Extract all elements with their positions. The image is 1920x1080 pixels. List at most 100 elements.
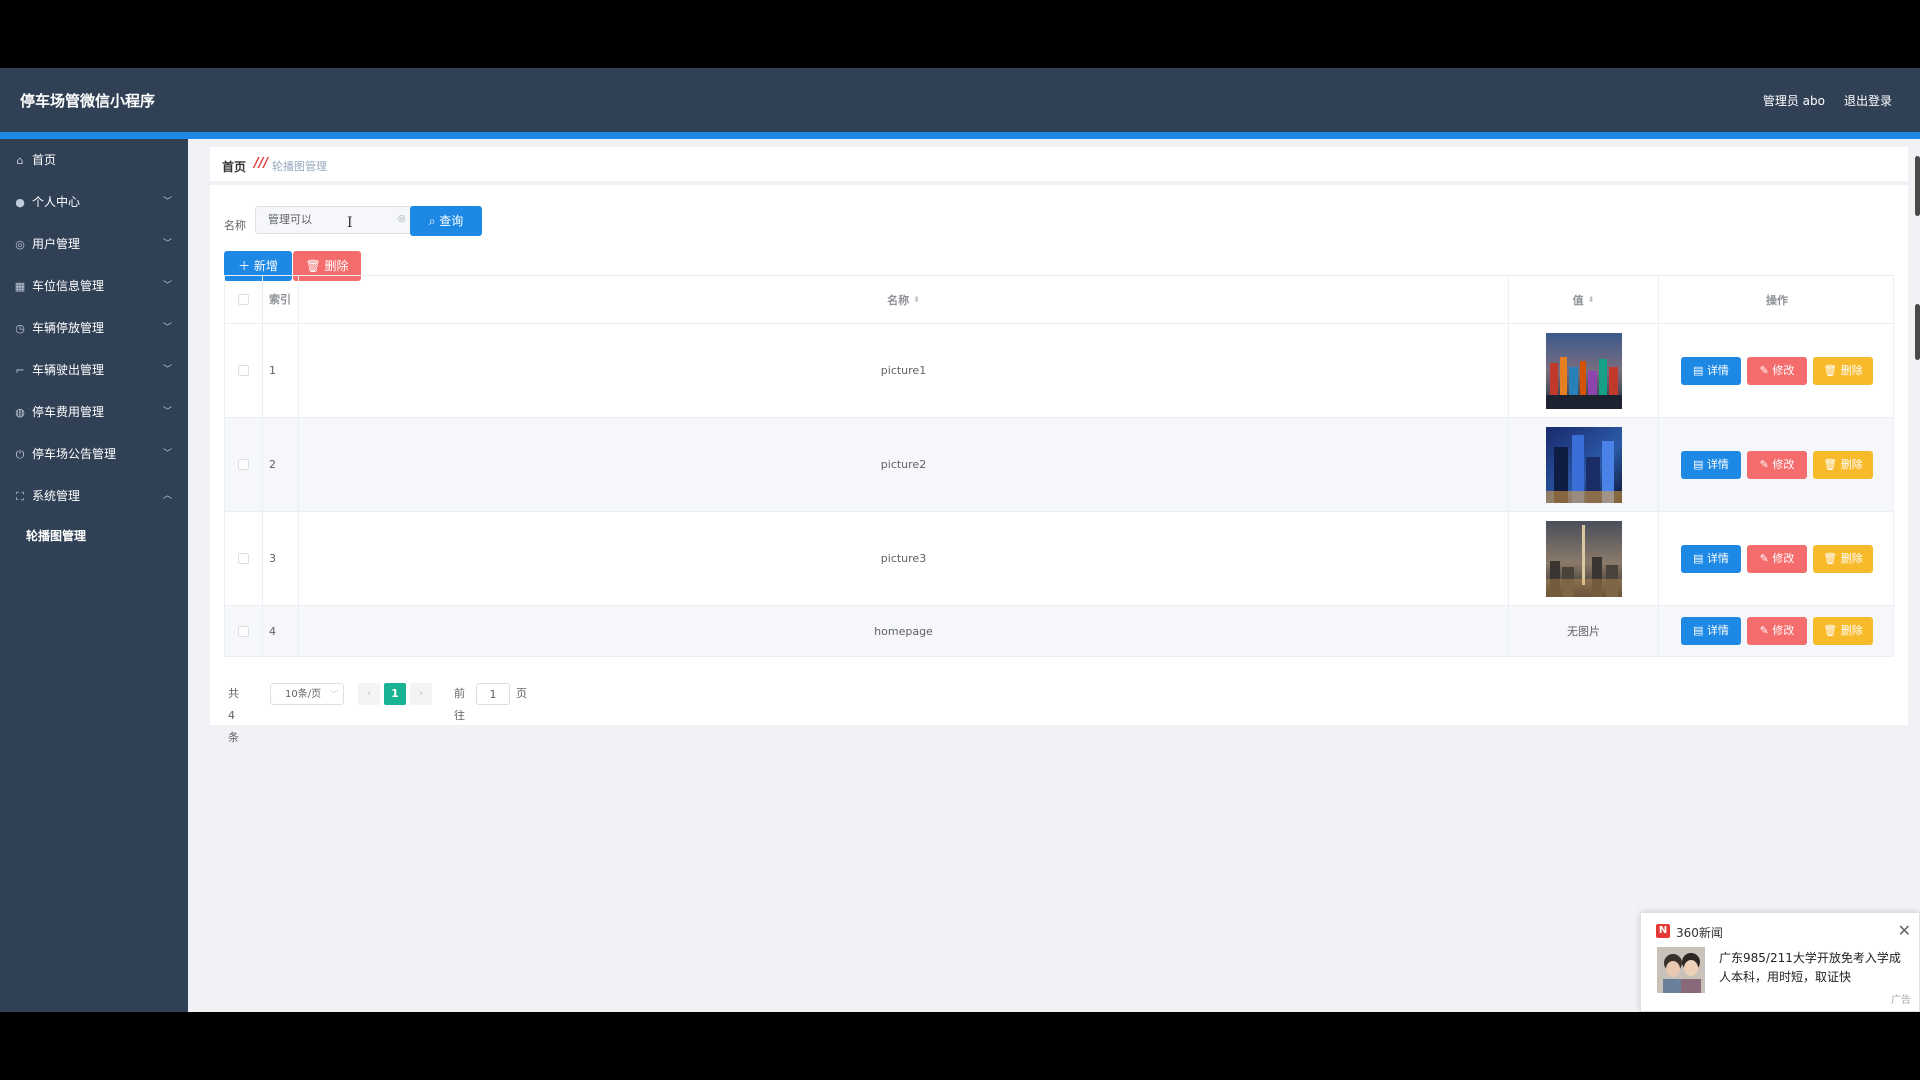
trash-icon: 🗑 (1823, 551, 1841, 565)
power-icon: ⏻ (15, 448, 25, 461)
detail-button[interactable]: ▤ 详情 (1681, 617, 1741, 645)
detail-button[interactable]: ▤ 详情 (1681, 544, 1741, 573)
sidebar-item-label: 车位信息管理 (32, 279, 105, 293)
sidebar-item-label: 首页 (32, 153, 57, 167)
pagination-total: 共 4 条 (228, 687, 239, 744)
sidebar-item-users[interactable]: ◎ 用户管理 ﹀ (0, 223, 188, 265)
breadcrumb: 首页 /// 轮播图管理 (210, 147, 1908, 181)
sidebar-item-parking-fees[interactable]: ◍ 停车费用管理 ﹀ (0, 391, 188, 433)
header-select-cell (225, 276, 263, 323)
row-checkbox[interactable] (238, 459, 249, 470)
row-value (1509, 324, 1659, 417)
table-row: 1 picture1 ▤ 详情 ✎ 修改 🗑 删除 (225, 324, 1893, 418)
trash-icon: 🗑 (305, 259, 325, 273)
ad-thumbnail-image[interactable] (1657, 947, 1705, 993)
edit-button[interactable]: ✎ 修改 (1747, 356, 1807, 385)
table-row: 3 picture3 ▤ 详情 ✎ 修改 🗑 删除 (225, 512, 1893, 606)
sort-icon[interactable]: ⬍ (1588, 295, 1595, 304)
delete-button[interactable]: 🗑 删除 (1813, 617, 1873, 645)
delete-button[interactable]: 🗑 删除 (1813, 450, 1873, 479)
delete-button[interactable]: 🗑 删除 (1813, 544, 1873, 573)
query-button[interactable]: ⌕ 查询 (410, 206, 482, 236)
ad-headline[interactable]: 广东985/211大学开放免考入学成人本科，用时短，取证快 (1719, 949, 1909, 987)
page-number-current[interactable]: 1 (384, 683, 406, 705)
sidebar-item-label: 个人中心 (32, 195, 81, 209)
ad-source: 360新闻 (1676, 926, 1723, 940)
clear-icon[interactable]: ⊗ (397, 212, 406, 225)
news-logo-icon: N (1656, 924, 1670, 938)
chevron-down-icon: ﹀ (162, 281, 172, 291)
scrollbar-thumb[interactable] (1915, 304, 1920, 360)
top-header: 停车场管微信小程序 管理员 abo 退出登录 (0, 68, 1920, 132)
row-select-cell (225, 512, 263, 605)
sidebar-item-home[interactable]: ⌂ 首页 (0, 139, 188, 181)
breadcrumb-home[interactable]: 首页 (222, 158, 246, 175)
sidebar-item-label: 用户管理 (32, 237, 81, 251)
sidebar-item-vehicle-parking[interactable]: ◷ 车辆停放管理 ﹀ (0, 307, 188, 349)
chevron-down-icon: ﹀ (162, 407, 172, 417)
sidebar-subitem-carousel[interactable]: 轮播图管理 (0, 517, 188, 555)
edit-button[interactable]: ✎ 修改 (1747, 617, 1807, 645)
search-icon: ⌕ (428, 214, 440, 228)
row-select-cell (225, 606, 263, 656)
row-ops: ▤ 详情 ✎ 修改 🗑 删除 (1659, 512, 1895, 605)
search-input[interactable]: 管理可以 (255, 206, 415, 234)
header-value[interactable]: 值 ⬍ (1509, 276, 1659, 323)
chevron-down-icon: ﹀ (162, 197, 172, 207)
edit-button[interactable]: ✎ 修改 (1747, 544, 1807, 573)
help-icon: ◍ (15, 406, 25, 419)
sort-icon[interactable]: ⬍ (913, 295, 920, 304)
row-checkbox[interactable] (238, 365, 249, 376)
row-value (1509, 418, 1659, 511)
detail-button[interactable]: ▤ 详情 (1681, 450, 1741, 479)
prev-page-icon[interactable]: ‹ (358, 683, 380, 705)
search-label: 名称 (224, 219, 246, 232)
trash-icon: 🗑 (1823, 624, 1841, 637)
table-header-row: 索引 名称 ⬍ 值 ⬍ 操作 (225, 276, 1893, 324)
row-name: homepage (299, 606, 1509, 656)
sidebar-item-announcements[interactable]: ⏻ 停车场公告管理 ﹀ (0, 433, 188, 475)
header-name[interactable]: 名称 ⬍ (299, 276, 1509, 323)
edit-icon: ✎ (1759, 457, 1773, 471)
row-value: 无图片 (1509, 606, 1659, 656)
chevron-down-icon: ﹀ (330, 690, 338, 699)
thumbnail-image[interactable] (1545, 520, 1622, 597)
user-icon: ● (15, 196, 25, 209)
goto-page-input[interactable]: 1 (476, 683, 510, 705)
sidebar-item-parking-spaces[interactable]: ▦ 车位信息管理 ﹀ (0, 265, 188, 307)
row-index: 2 (263, 418, 299, 511)
home-icon: ⌂ (16, 154, 24, 167)
row-name: picture2 (299, 418, 1509, 511)
row-checkbox[interactable] (238, 553, 249, 564)
detail-button[interactable]: ▤ 详情 (1681, 356, 1741, 385)
ad-tag: 广告 (1891, 995, 1911, 1006)
document-icon: ▤ (1693, 363, 1707, 377)
logout-link[interactable]: 退出登录 (1844, 92, 1892, 109)
delete-button[interactable]: 🗑 删除 (1813, 356, 1873, 385)
thumbnail-image[interactable] (1545, 426, 1622, 503)
data-table: 索引 名称 ⬍ 值 ⬍ 操作 1 picture1 ▤ 详情 ✎ 修改 🗑 删除… (224, 275, 1894, 657)
scrollbar-thumb[interactable] (1915, 156, 1920, 216)
admin-user-label: 管理员 abo (1762, 94, 1825, 108)
sidebar: ⌂ 首页 ● 个人中心 ﹀ ◎ 用户管理 ﹀ ▦ 车位信息管理 ﹀ ◷ 车辆停放管理 ﹀ … (0, 139, 188, 1012)
sidebar-item-label: 停车费用管理 (32, 405, 105, 419)
page-size-select[interactable]: 10条/页 ﹀ (270, 683, 344, 705)
close-icon[interactable]: ✕ (1898, 921, 1911, 940)
sidebar-item-system[interactable]: ⛶ 系统管理 ︿ (0, 475, 188, 517)
clock-icon: ◷ (15, 322, 25, 335)
breadcrumb-separator-icon: /// (254, 156, 269, 171)
chevron-down-icon: ﹀ (162, 239, 172, 249)
thumbnail-image[interactable] (1545, 332, 1622, 409)
document-icon: ▤ (1693, 624, 1707, 637)
edit-button[interactable]: ✎ 修改 (1747, 450, 1807, 479)
select-all-checkbox[interactable] (238, 294, 249, 305)
row-index: 4 (263, 606, 299, 656)
row-name: picture3 (299, 512, 1509, 605)
document-icon: ▤ (1693, 457, 1707, 471)
next-page-icon[interactable]: › (410, 683, 432, 705)
sidebar-item-profile[interactable]: ● 个人中心 ﹀ (0, 181, 188, 223)
full-screen-icon: ⛶ (16, 490, 24, 503)
row-checkbox[interactable] (238, 625, 249, 637)
sidebar-item-vehicle-exit[interactable]: ⌐ 车辆驶出管理 ﹀ (0, 349, 188, 391)
edit-icon: ✎ (1759, 551, 1773, 565)
